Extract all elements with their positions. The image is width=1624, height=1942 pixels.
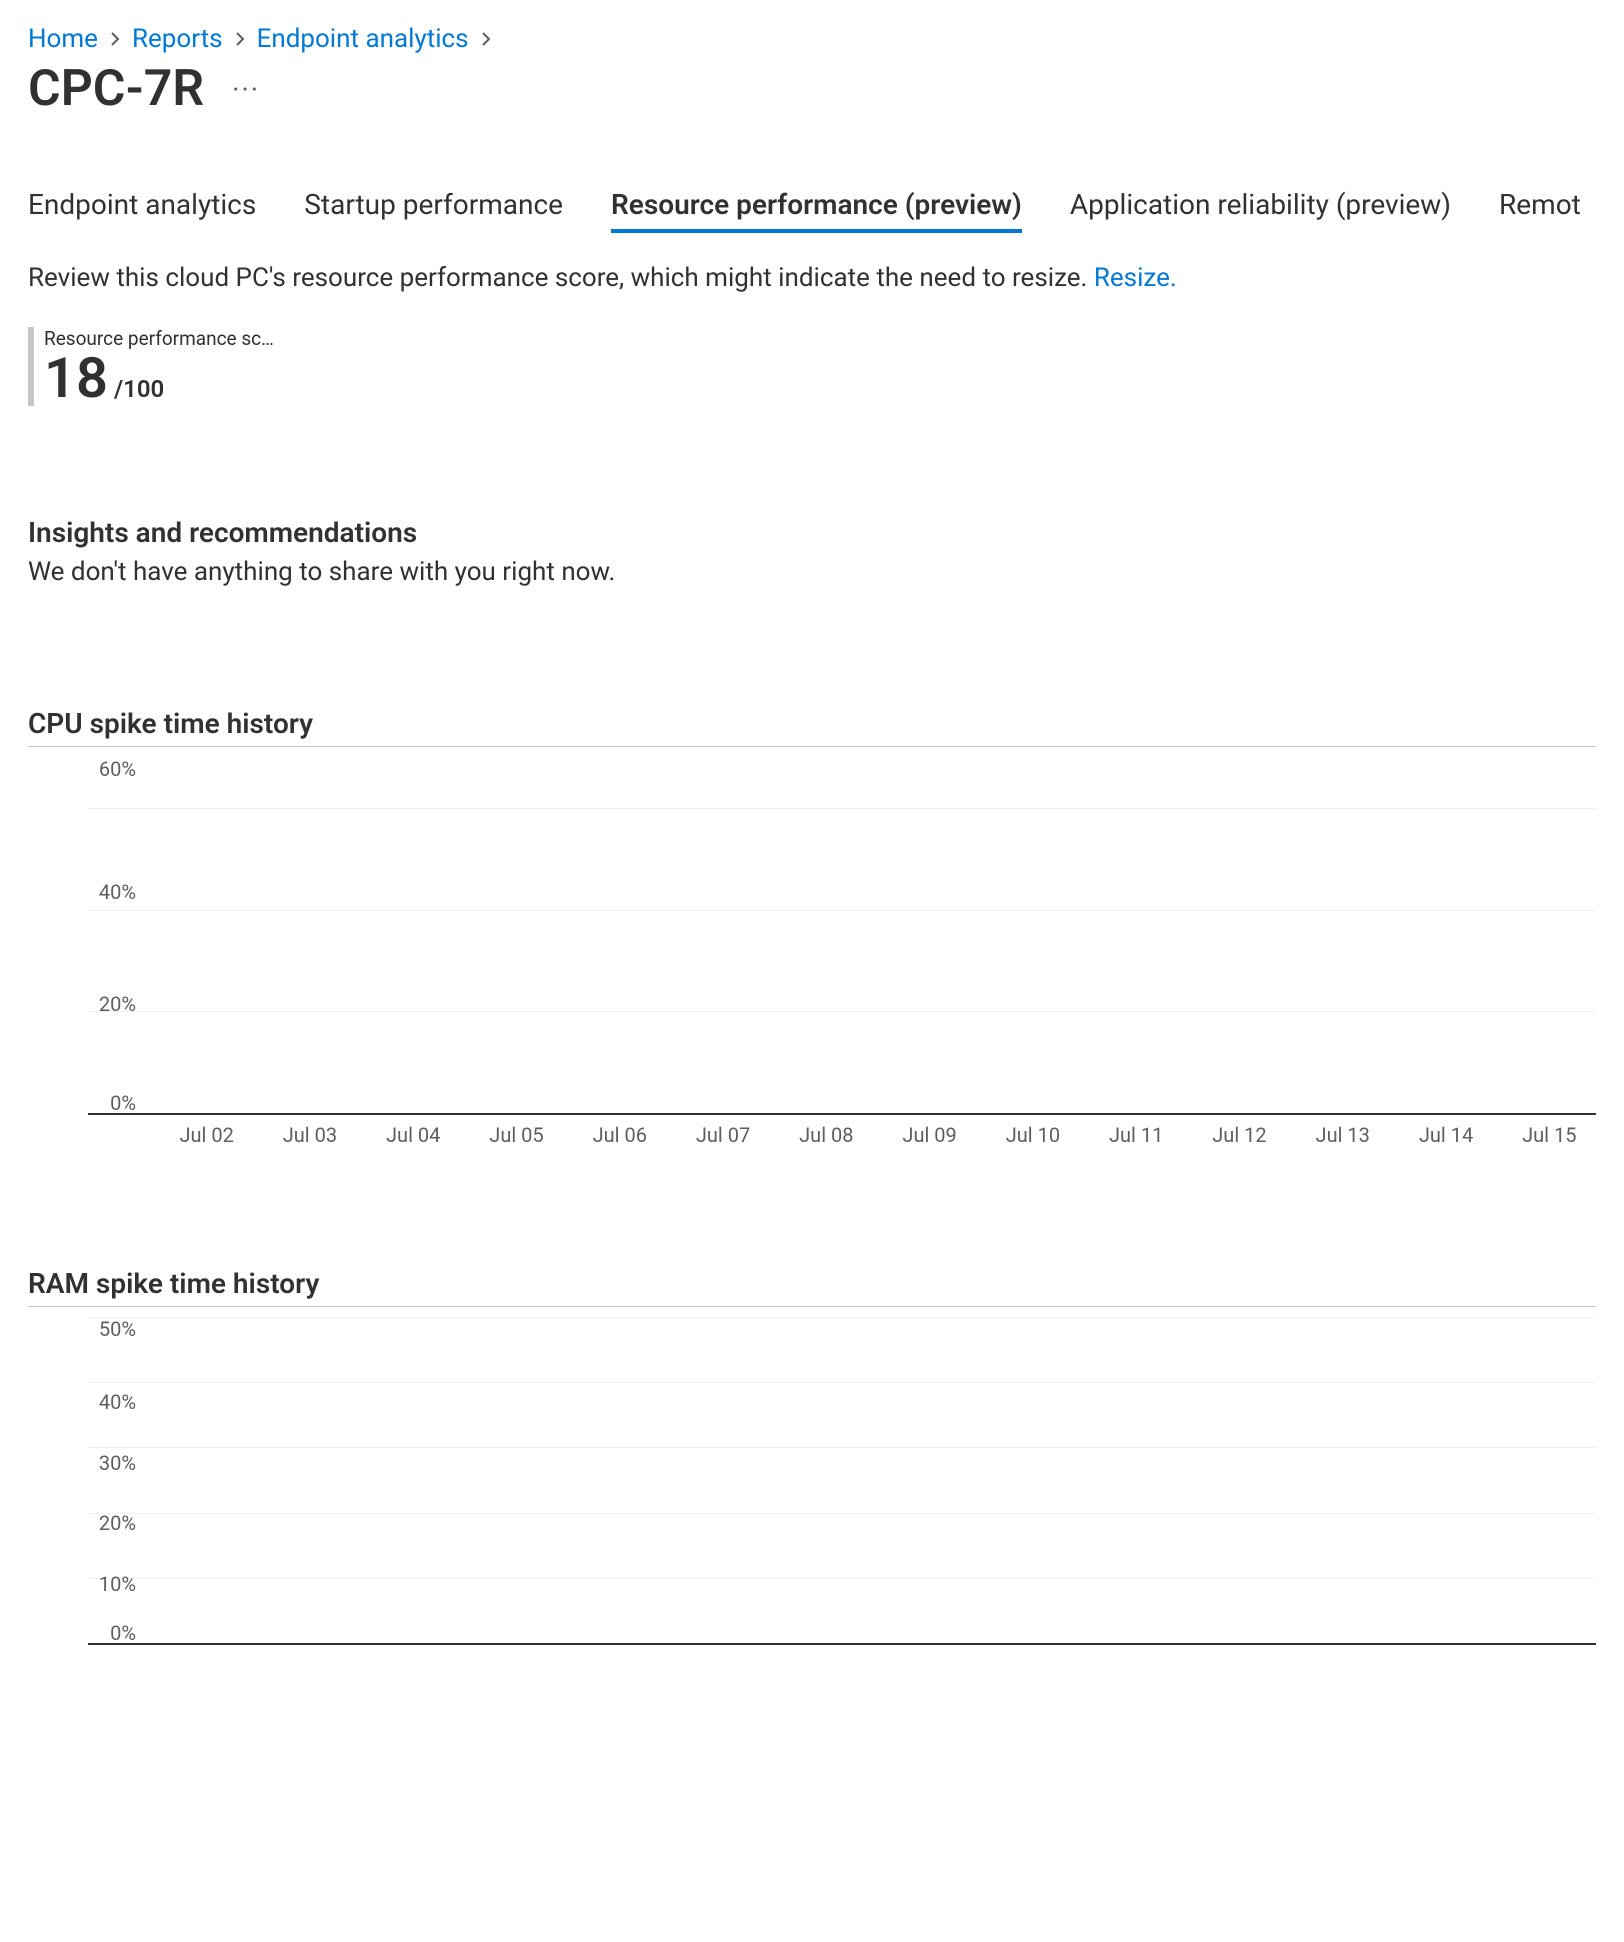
chevron-right-icon (108, 27, 122, 52)
breadcrumb-reports[interactable]: Reports (132, 24, 223, 54)
chart-divider (28, 1306, 1596, 1307)
insights-body: We don't have anything to share with you… (28, 557, 1596, 587)
description-text: Review this cloud PC's resource performa… (28, 263, 1094, 293)
breadcrumb: Home Reports Endpoint analytics (28, 24, 1596, 54)
score-card: Resource performance sc… 18 /100 (28, 327, 274, 406)
ram-chart-section: RAM spike time history 50%40%30%20%10%0%… (28, 1267, 1596, 1687)
ram-chart: 50%40%30%20%10%0% (28, 1317, 1596, 1687)
chevron-right-icon (479, 27, 493, 52)
tab-application-reliability[interactable]: Application reliability (preview) (1070, 188, 1451, 233)
page-title: CPC-7R (28, 60, 204, 118)
cpu-chart-title: CPU spike time history (28, 707, 1596, 740)
tab-resource-performance[interactable]: Resource performance (preview) (611, 188, 1022, 233)
score-denominator: /100 (114, 375, 164, 403)
ram-chart-plot (88, 1317, 1596, 1645)
cpu-chart: 60%40%20%0% (28, 757, 1596, 1157)
tabs: Endpoint analytics Startup performance R… (28, 188, 1596, 233)
chart-divider (28, 746, 1596, 747)
description: Review this cloud PC's resource performa… (28, 263, 1596, 293)
tab-remoting[interactable]: Remot (1499, 188, 1581, 233)
score-value: 18 (44, 350, 108, 406)
page-title-row: CPC-7R ··· (28, 60, 1596, 118)
score-value-row: 18 /100 (44, 350, 164, 406)
tab-startup-performance[interactable]: Startup performance (304, 188, 563, 233)
cpu-chart-plot (88, 757, 1596, 1115)
cpu-chart-section: CPU spike time history 60%40%20%0% Jul 0… (28, 707, 1596, 1147)
insights-heading: Insights and recommendations (28, 516, 1596, 549)
ram-chart-title: RAM spike time history (28, 1267, 1596, 1300)
resize-link[interactable]: Resize. (1094, 263, 1177, 293)
chevron-right-icon (233, 27, 247, 52)
more-actions-icon[interactable]: ··· (232, 73, 260, 106)
tab-endpoint-analytics[interactable]: Endpoint analytics (28, 188, 256, 233)
breadcrumb-endpoint-analytics[interactable]: Endpoint analytics (257, 24, 469, 54)
breadcrumb-home[interactable]: Home (28, 24, 98, 54)
